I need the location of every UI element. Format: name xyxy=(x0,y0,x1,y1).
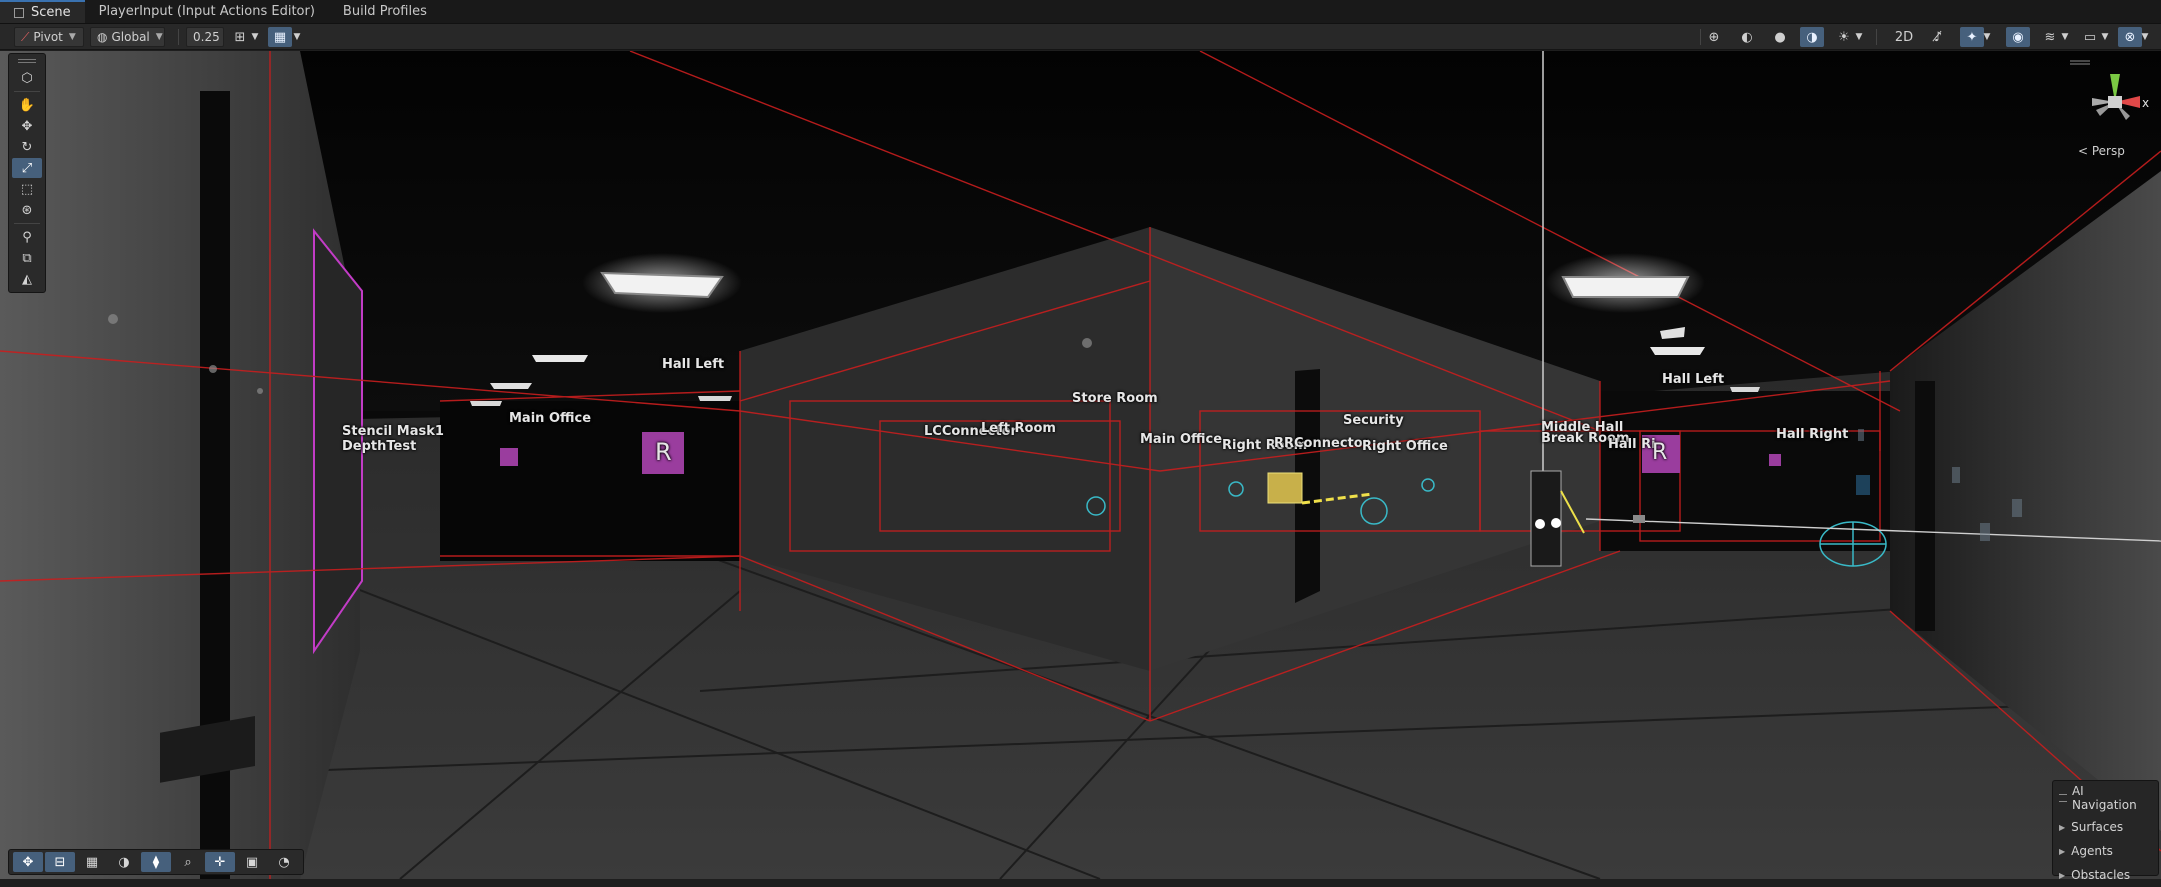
ai-nav-item-label: Agents xyxy=(2071,844,2113,858)
wireframe-shading-icon[interactable]: ⊕ xyxy=(1702,27,1726,47)
scene-render xyxy=(0,51,2161,879)
chevron-down-icon[interactable]: ▼ xyxy=(248,27,262,47)
tab-build-profiles-label: Build Profiles xyxy=(342,4,427,19)
shaded-wireframe-icon[interactable]: ◐ xyxy=(1735,27,1759,47)
lit-shading-icon[interactable]: ◑ xyxy=(1800,27,1824,47)
snap-value: 0.25 xyxy=(193,30,220,44)
chevron-down-icon: ▼ xyxy=(155,32,163,42)
chevron-down-icon[interactable]: ▼ xyxy=(1852,27,1866,47)
rotate-tool-icon[interactable]: ↻ xyxy=(12,137,42,157)
room-label: Stencil Mask1 DepthTest xyxy=(342,424,444,454)
room-label: Left Room xyxy=(981,421,1056,436)
room-label: Security xyxy=(1343,413,1404,428)
grid-visibility-icon[interactable]: ▦ xyxy=(268,27,292,47)
scene-viewport[interactable]: Stencil Mask1 DepthTest Main Office Hall… xyxy=(0,51,2161,879)
ai-nav-item-label: Obstacles xyxy=(2071,868,2131,882)
globe-icon: ◍ xyxy=(97,30,108,44)
room-label: Main Office xyxy=(509,411,592,426)
lighting-icon[interactable]: ◑ xyxy=(109,852,139,872)
room-label: Right Office xyxy=(1362,439,1448,454)
scene-toolbar: ⟋ Pivot ▼ ◍ Global ▼ 0.25 ⊞ ▼ ▦ ▼ ⊕ ◐ ● … xyxy=(0,24,2161,50)
pivot-label: Pivot xyxy=(33,30,63,44)
tool-divider xyxy=(14,91,40,92)
custom-tool-icon[interactable]: ⚲ xyxy=(12,227,42,247)
tool-divider xyxy=(14,223,40,224)
toolbar-divider xyxy=(1876,29,1877,45)
chevron-down-icon: ▼ xyxy=(68,32,76,42)
chevron-down-icon[interactable]: ▼ xyxy=(1980,27,1994,47)
bottom-overlay-toolbar: ✥ ⊟ ▦ ◑ ⧫ ⌕ ✛ ▣ ◔ xyxy=(8,849,304,875)
toolbar-divider xyxy=(1700,29,1701,45)
camera-preview-icon[interactable]: ▣ xyxy=(237,852,267,872)
room-label: RRConnector xyxy=(1274,436,1370,451)
global-label: Global xyxy=(111,30,150,44)
probuilder-tool-icon[interactable]: ⧉ xyxy=(12,248,42,268)
ai-navigation-title: AI Navigation xyxy=(2071,784,2137,812)
ai-nav-obstacles[interactable]: ▶ Obstacles xyxy=(2059,863,2152,887)
room-label: Hall Left xyxy=(662,357,725,372)
room-label: Hall Left xyxy=(1662,372,1725,387)
marker-letter: R xyxy=(1652,440,1668,465)
chevron-down-icon[interactable]: ▼ xyxy=(2058,27,2072,47)
projection-toggle[interactable]: < Persp xyxy=(2078,144,2125,158)
expand-triangle-icon: ▶ xyxy=(2059,822,2066,832)
chevron-down-icon[interactable]: ▼ xyxy=(290,27,304,47)
room-label: Hall Right xyxy=(1776,427,1849,442)
tab-scene[interactable]: Scene xyxy=(0,0,85,23)
increment-snap-icon[interactable]: ⊟ xyxy=(45,852,75,872)
drag-handle-icon[interactable] xyxy=(12,56,42,66)
ai-nav-agents[interactable]: ▶ Agents xyxy=(2059,839,2152,863)
tab-scene-label: Scene xyxy=(31,5,71,20)
expand-triangle-icon: ▶ xyxy=(2059,846,2066,856)
ai-nav-item-label: Surfaces xyxy=(2071,820,2124,834)
tab-player-input[interactable]: PlayerInput (Input Actions Editor) xyxy=(85,0,329,23)
room-label: Main Office xyxy=(1140,432,1223,447)
expand-triangle-icon: ▶ xyxy=(2059,870,2066,880)
navmesh-tool-icon[interactable]: ◭ xyxy=(12,269,42,289)
grid-icon[interactable]: ▦ xyxy=(77,852,107,872)
search-icon[interactable]: ⌕ xyxy=(173,852,203,872)
shaded-icon[interactable]: ● xyxy=(1768,27,1792,47)
marker-letter: R xyxy=(655,438,672,466)
snap-increment-field[interactable]: 0.25 xyxy=(186,27,224,47)
snapping-icon[interactable]: ✥ xyxy=(13,852,43,872)
scene-visibility-icon[interactable]: ◉ xyxy=(2006,27,2030,47)
room-label: Hall Ri xyxy=(1608,437,1656,452)
transform-tool-icon[interactable]: ⊛ xyxy=(12,200,42,220)
scale-tool-icon[interactable]: ⤢ xyxy=(12,158,42,178)
orientation-icon[interactable]: ✛ xyxy=(205,852,235,872)
move-tool-icon[interactable]: ✥ xyxy=(12,116,42,136)
x-axis-label: x xyxy=(2142,96,2150,110)
global-dropdown[interactable]: ◍ Global ▼ xyxy=(90,27,165,47)
drag-handle-icon[interactable] xyxy=(2059,794,2067,802)
ai-navigation-panel: AI Navigation ▶ Surfaces ▶ Agents ▶ Obst… xyxy=(2052,780,2159,882)
layers-icon[interactable]: ⧫ xyxy=(141,852,171,872)
tab-build-profiles[interactable]: Build Profiles xyxy=(329,0,441,23)
audio-mute-icon[interactable]: ♪̸ xyxy=(1926,27,1950,47)
tools-overlay: ⬡ ✋ ✥ ↻ ⤢ ⬚ ⊛ ⚲ ⧉ ◭ xyxy=(8,53,46,293)
pivot-dropdown[interactable]: ⟋ Pivot ▼ xyxy=(14,27,84,47)
editor-tab-bar: Scene PlayerInput (Input Actions Editor)… xyxy=(0,0,2161,24)
chevron-down-icon[interactable]: ▼ xyxy=(2098,27,2112,47)
hand-tool-icon[interactable]: ✋ xyxy=(12,95,42,115)
2d-mode-icon[interactable]: 2D xyxy=(1892,27,1916,47)
rect-tool-icon[interactable]: ⬚ xyxy=(12,179,42,199)
ai-nav-surfaces[interactable]: ▶ Surfaces xyxy=(2059,815,2152,839)
view-tool-cube-icon[interactable]: ⬡ xyxy=(12,68,42,88)
compass-icon[interactable]: ◔ xyxy=(269,852,299,872)
pivot-icon: ⟋ xyxy=(21,29,30,44)
room-label: Store Room xyxy=(1072,391,1158,406)
chevron-down-icon[interactable]: ▼ xyxy=(2138,27,2152,47)
scene-icon xyxy=(14,7,24,18)
tab-player-input-label: PlayerInput (Input Actions Editor) xyxy=(98,4,315,19)
toolbar-divider xyxy=(178,29,179,45)
